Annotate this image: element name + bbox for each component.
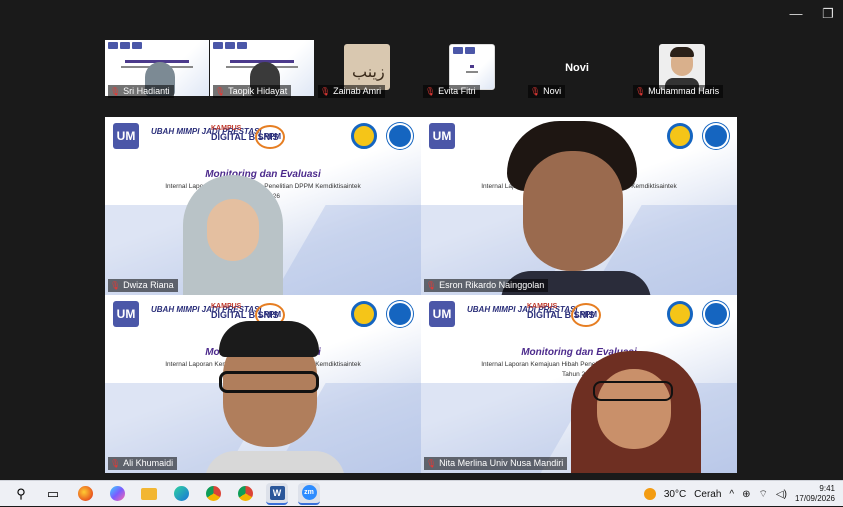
- lppm-logo: LPPM: [255, 125, 285, 149]
- um-logo: UM: [429, 123, 455, 149]
- participant-name-label: 🎙 Taopik Hidayat: [213, 85, 292, 98]
- mic-muted-icon: 🎙: [320, 87, 331, 96]
- minimize-icon[interactable]: —: [789, 6, 803, 22]
- participant-name-label: 🎙 Dwiza Riana: [108, 279, 178, 292]
- wifi-icon[interactable]: ⌔: [759, 488, 768, 501]
- emblem-icon: [351, 123, 377, 149]
- zoom-meeting-window: — ❐ 🎙 Sri Hadianti 🎙 Taopik Hidayat زينب…: [0, 0, 843, 480]
- kemdikbud-icon: [387, 301, 413, 327]
- taskbar-apps: ⚲ ▭ W zm: [0, 482, 320, 505]
- word-icon[interactable]: W: [266, 482, 288, 505]
- participant-name-label: 🎙 Nita Merlina Univ Nusa Mandiri: [424, 457, 568, 470]
- volume-icon[interactable]: ◁): [776, 489, 787, 500]
- video-tile[interactable]: UM Internal Laporan Kemajuan Hibah Penel…: [421, 117, 737, 295]
- task-view-icon[interactable]: ▭: [42, 483, 64, 505]
- video-tile[interactable]: UM UBAH MIMPI JADI PRESTASI KAMPUS DIGITA…: [421, 295, 737, 473]
- emblem-icon: [351, 301, 377, 327]
- mic-muted-icon: 🎙: [426, 281, 437, 290]
- weather-condition[interactable]: Cerah: [694, 489, 721, 500]
- emblem-icon: [667, 301, 693, 327]
- um-logo: UM: [429, 301, 455, 327]
- participant-thumb[interactable]: 🎙 Taopik Hidayat: [210, 38, 315, 98]
- participant-name: Esron Rikardo Nainggolan: [439, 280, 545, 290]
- profile-avatar: [659, 44, 705, 90]
- participant-thumb[interactable]: Novi 🎙 Novi: [525, 38, 630, 98]
- system-tray: 30°C Cerah ^ ⊕ ⌔ ◁) 9:41 17/09/2026: [643, 481, 835, 507]
- chevron-up-icon[interactable]: ^: [729, 489, 734, 500]
- emblem-icon: [667, 123, 693, 149]
- slide-thumbnail: [450, 45, 494, 89]
- logo-bar: UM UBAH MIMPI JADI PRESTASI KAMPUS DIGITA…: [113, 123, 413, 153]
- clock-time: 9:41: [819, 484, 835, 493]
- video-tile-active-speaker[interactable]: UM UBAH MIMPI JADI PRESTASI KAMPUS DIGITA…: [105, 295, 421, 473]
- weather-sun-icon[interactable]: [643, 488, 656, 500]
- mic-muted-icon: 🎙: [215, 87, 226, 96]
- participant-name: Novi: [543, 86, 562, 96]
- participant-name: Dwiza Riana: [123, 280, 174, 290]
- participant-name-label: 🎙 Esron Rikardo Nainggolan: [424, 279, 549, 292]
- lppm-logo: LPPM: [571, 303, 601, 327]
- weather-temp[interactable]: 30°C: [664, 489, 686, 500]
- kemdikbud-icon: [703, 123, 729, 149]
- participant-name: Evita Fitri: [438, 86, 476, 96]
- clock[interactable]: 9:41 17/09/2026: [795, 484, 835, 504]
- participant-name: Zainab Amri: [333, 86, 382, 96]
- video-tile[interactable]: UM UBAH MIMPI JADI PRESTASI KAMPUS DIGITA…: [105, 117, 421, 295]
- participant-name: Sri Hadianti: [123, 86, 170, 96]
- profile-avatar: [449, 44, 495, 90]
- participant-name-label: 🎙 Novi: [528, 85, 566, 98]
- clock-date: 17/09/2026: [794, 494, 835, 503]
- file-explorer-icon[interactable]: [138, 483, 160, 505]
- gallery-grid: UM UBAH MIMPI JADI PRESTASI KAMPUS DIGITA…: [105, 117, 737, 473]
- firefox-icon[interactable]: [74, 483, 96, 505]
- mic-muted-icon: 🎙: [530, 87, 541, 96]
- participant-person: [501, 121, 651, 295]
- participant-name: Ali Khumaidi: [123, 458, 174, 468]
- participant-thumb[interactable]: 🎙 Muhammad Haris: [630, 38, 735, 98]
- participant-name: Taopik Hidayat: [228, 86, 288, 96]
- participant-name: Nita Merlina Univ Nusa Mandiri: [439, 458, 564, 468]
- kemdikbud-icon: [703, 301, 729, 327]
- participant-name: Muhammad Haris: [648, 86, 720, 96]
- chrome-icon[interactable]: [202, 483, 224, 505]
- participant-person: [205, 321, 345, 473]
- participant-thumb[interactable]: 🎙 Sri Hadianti: [105, 38, 210, 98]
- mic-muted-icon: 🎙: [110, 281, 121, 290]
- participant-person: [531, 351, 731, 473]
- participants-strip: 🎙 Sri Hadianti 🎙 Taopik Hidayat زينب 🎙 Z…: [105, 38, 735, 98]
- participant-name-label: 🎙 Muhammad Haris: [633, 85, 724, 98]
- restore-icon[interactable]: ❐: [821, 6, 835, 22]
- mic-muted-icon: 🎙: [110, 87, 121, 96]
- participant-name-label: 🎙 Ali Khumaidi: [108, 457, 178, 470]
- participant-name-label: 🎙 Zainab Amri: [318, 85, 386, 98]
- zoom-icon[interactable]: zm: [298, 482, 320, 505]
- participant-person: [183, 175, 283, 295]
- search-icon[interactable]: ⚲: [10, 483, 32, 505]
- um-logo: UM: [113, 123, 139, 149]
- profile-avatar: زينب: [344, 44, 390, 90]
- language-icon[interactable]: ⊕: [742, 489, 750, 500]
- mic-muted-icon: 🎙: [425, 87, 436, 96]
- participant-display-name: Novi: [565, 62, 589, 74]
- chrome-profile-icon[interactable]: [234, 483, 256, 505]
- participant-name-label: 🎙 Sri Hadianti: [108, 85, 174, 98]
- taskbar: ⚲ ▭ W zm 30°C Cerah ^ ⊕ ⌔ ◁) 9:41 17/09/…: [0, 480, 843, 506]
- copilot-icon[interactable]: [106, 483, 128, 505]
- kemdikbud-icon: [387, 123, 413, 149]
- um-logo: UM: [113, 301, 139, 327]
- mic-muted-icon: 🎙: [426, 459, 437, 468]
- window-controls: — ❐: [789, 6, 835, 22]
- edge-icon[interactable]: [170, 483, 192, 505]
- participant-thumb[interactable]: زينب 🎙 Zainab Amri: [315, 38, 420, 98]
- participant-thumb[interactable]: 🎙 Evita Fitri: [420, 38, 525, 98]
- mic-muted-icon: 🎙: [110, 459, 121, 468]
- participant-name-label: 🎙 Evita Fitri: [423, 85, 480, 98]
- logo-bar: UM UBAH MIMPI JADI PRESTASI KAMPUS DIGITA…: [429, 301, 729, 331]
- mic-muted-icon: 🎙: [635, 87, 646, 96]
